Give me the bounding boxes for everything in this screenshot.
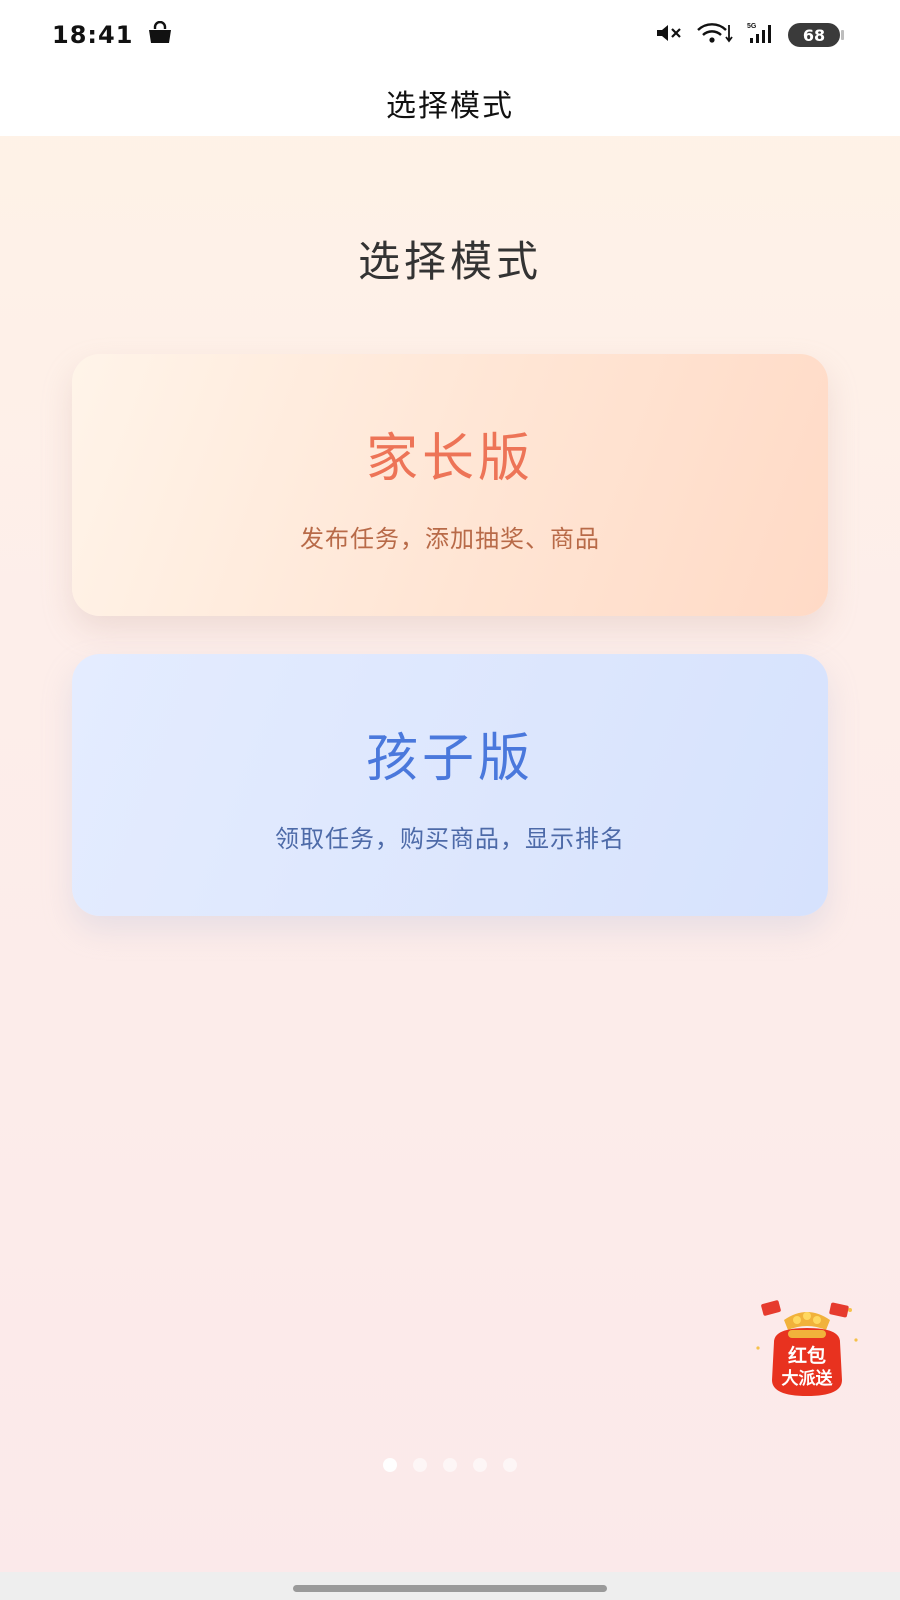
battery-level: 68 xyxy=(802,25,826,45)
child-mode-card[interactable]: 孩子版 领取任务，购买商品，显示排名 xyxy=(72,654,828,916)
page-dot xyxy=(443,1458,457,1472)
home-indicator-bar[interactable] xyxy=(293,1585,607,1592)
page-heading: 选择模式 xyxy=(357,237,542,286)
wifi-icon xyxy=(696,21,734,49)
status-time: 18:41 xyxy=(52,21,134,49)
page-dot xyxy=(413,1458,427,1472)
cellular-signal-icon: 5G xyxy=(746,21,776,49)
page-dot xyxy=(473,1458,487,1472)
parent-mode-description: 发布任务，添加抽奖、商品 xyxy=(300,525,600,553)
status-left: 18:41 xyxy=(52,20,173,49)
parent-mode-card[interactable]: 家长版 发布任务，添加抽奖、商品 xyxy=(72,354,828,616)
promo-line-1: 红包 xyxy=(788,1344,826,1367)
mute-icon xyxy=(654,21,684,49)
child-mode-title: 孩子版 xyxy=(365,729,534,789)
page-indicator xyxy=(0,1458,900,1472)
shopping-bag-icon xyxy=(147,20,173,49)
status-bar: 18:41 5G 68 xyxy=(0,0,900,70)
page-dot xyxy=(503,1458,517,1472)
nav-title: 选择模式 xyxy=(386,89,514,124)
promo-line-2: 大派送 xyxy=(782,1368,834,1389)
nav-bar: 选择模式 xyxy=(0,70,900,136)
child-mode-description: 领取任务，购买商品，显示排名 xyxy=(275,825,625,853)
page-dot xyxy=(383,1458,397,1472)
system-navigation-bar xyxy=(0,1572,900,1600)
parent-mode-title: 家长版 xyxy=(365,429,534,489)
network-label: 5G xyxy=(747,23,757,30)
status-right: 5G 68 xyxy=(654,21,844,49)
red-envelope-icon: 红包 大派送 xyxy=(756,1300,858,1396)
red-envelope-promo-button[interactable]: 红包 大派送 xyxy=(752,1300,862,1400)
battery-icon: 68 xyxy=(788,23,844,47)
